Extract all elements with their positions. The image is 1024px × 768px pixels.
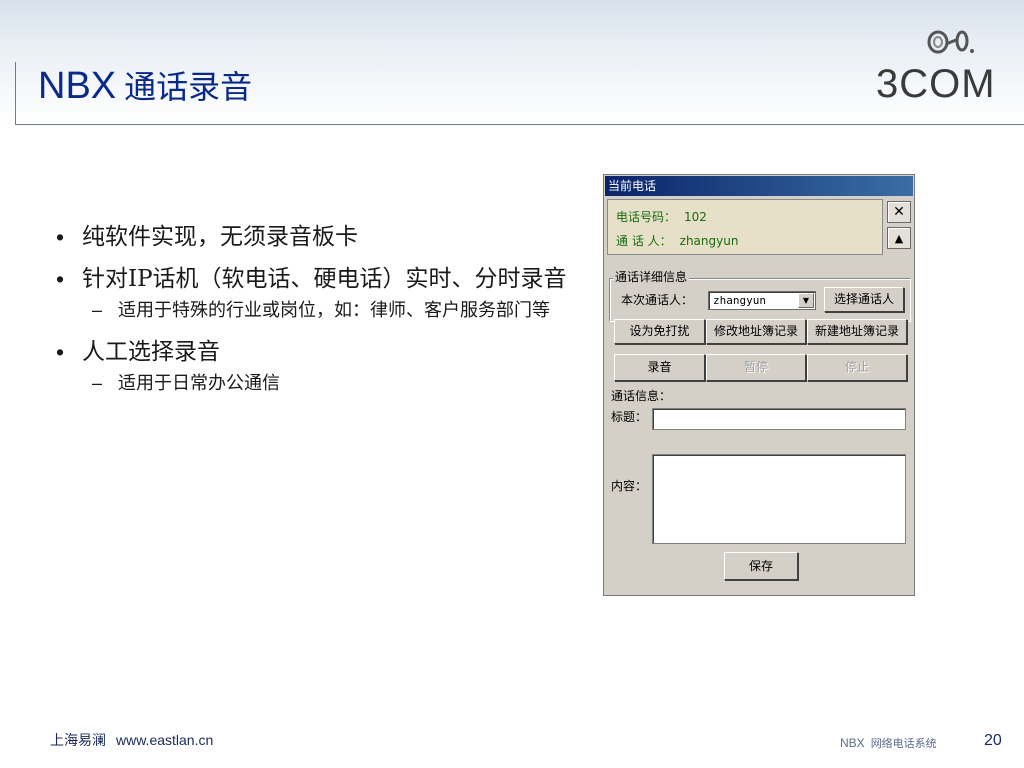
record-button[interactable]: 录音 <box>614 354 705 381</box>
window-titlebar[interactable]: 当前电话 <box>605 176 913 196</box>
slide-title: NBX 通话录音 <box>38 62 252 110</box>
chevron-down-icon[interactable]: ▼ <box>798 293 814 308</box>
current-caller-label: 本次通话人： <box>621 293 694 307</box>
caller-combobox[interactable]: zhangyun ▼ <box>708 291 816 310</box>
subject-input[interactable] <box>652 408 906 430</box>
select-caller-button[interactable]: 选择通话人 <box>824 287 904 312</box>
product-name-zh: 网络电话系统 <box>870 737 937 750</box>
bullet-text: 针对IP话机（软电话、硬电话）实时、分时录音 <box>82 266 567 292</box>
title-en: NBX <box>38 65 117 107</box>
edit-addressbook-button[interactable]: 修改地址簿记录 <box>706 319 806 344</box>
current-call-window: 当前电话 电话号码： 102 通 话 人： zhangyun ✕ ▲ 通话详细信息 … <box>603 174 915 596</box>
bullet-item: • 人工选择录音 <box>56 337 576 367</box>
header-divider-vertical <box>15 62 16 125</box>
close-button[interactable]: ✕ <box>887 201 911 223</box>
bullet-mark: • <box>56 224 65 250</box>
phone-number-label: 电话号码： <box>616 210 677 224</box>
bullet-item: • 纯软件实现，无须录音板卡 <box>56 222 576 252</box>
subject-label: 标题： <box>611 410 648 424</box>
pause-button[interactable]: 暂停 <box>706 354 806 381</box>
bullet-mark: • <box>56 266 65 292</box>
bullet-text: 人工选择录音 <box>82 339 220 365</box>
content-label: 内容： <box>611 479 648 493</box>
3com-symbol-icon <box>927 30 974 54</box>
product-name-en: NBX <box>840 736 865 750</box>
group-label: 通话详细信息 <box>613 270 690 284</box>
new-addressbook-button[interactable]: 新建地址簿记录 <box>807 319 907 344</box>
sub-bullet-mark: – <box>92 373 103 393</box>
title-zh: 通话录音 <box>124 68 253 106</box>
company-url: www.eastlan.cn <box>116 732 214 748</box>
bullet-item: • 针对IP话机（软电话、硬电话）实时、分时录音 <box>56 264 576 294</box>
sub-bullet-item: – 适用于日常办公通信 <box>92 371 576 396</box>
sub-bullet-text: 适用于特殊的行业或岗位，如：律师、客户服务部门等 <box>118 300 550 321</box>
bullet-text: 纯软件实现，无须录音板卡 <box>82 224 358 250</box>
do-not-disturb-button[interactable]: 设为免打扰 <box>614 319 705 344</box>
content-textarea[interactable] <box>652 454 906 544</box>
bullet-list: • 纯软件实现，无须录音板卡 • 针对IP话机（软电话、硬电话）实时、分时录音 … <box>56 222 576 410</box>
phone-number-value: 102 <box>684 210 707 224</box>
caller-label: 通 话 人： <box>616 234 672 248</box>
footer-product: NBX 网络电话系统 <box>840 735 937 751</box>
bullet-mark: • <box>56 339 65 365</box>
phone-number-row: 电话号码： 102 <box>616 208 707 226</box>
arrow-up-icon: ▲ <box>894 231 904 245</box>
stop-button[interactable]: 停止 <box>807 354 907 381</box>
page-number: 20 <box>984 732 1002 749</box>
save-button[interactable]: 保存 <box>724 552 798 580</box>
call-info-panel: 电话号码： 102 通 话 人： zhangyun <box>607 199 883 255</box>
3com-logo: 3COM <box>868 26 995 106</box>
footer-company: 上海易澜 www.eastlan.cn <box>50 730 213 750</box>
company-name: 上海易澜 <box>50 733 106 749</box>
sub-bullet-text: 适用于日常办公通信 <box>118 373 280 394</box>
caller-row: 通 话 人： zhangyun <box>616 232 738 250</box>
caller-value: zhangyun <box>679 234 739 248</box>
header-divider <box>15 124 1024 125</box>
combobox-value: zhangyun <box>713 294 766 307</box>
call-info-label: 通话信息： <box>611 389 672 403</box>
collapse-button[interactable]: ▲ <box>887 227 911 249</box>
close-icon: ✕ <box>893 204 905 220</box>
sub-bullet-item: – 适用于特殊的行业或岗位，如：律师、客户服务部门等 <box>92 298 576 323</box>
logo-wordmark: 3COM <box>876 62 996 106</box>
sub-bullet-mark: – <box>92 300 103 320</box>
